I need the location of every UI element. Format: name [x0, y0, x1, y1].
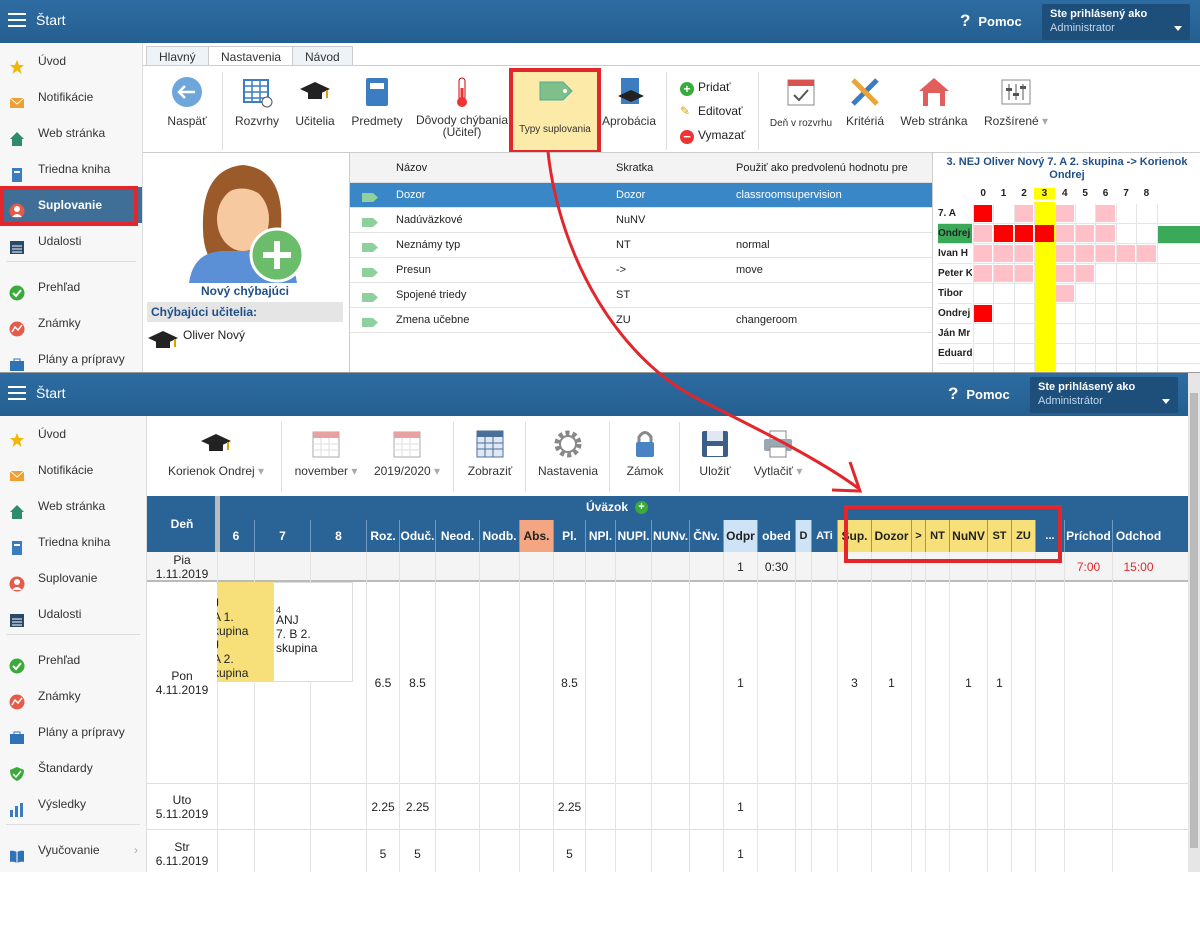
red-arrow: [546, 151, 863, 493]
